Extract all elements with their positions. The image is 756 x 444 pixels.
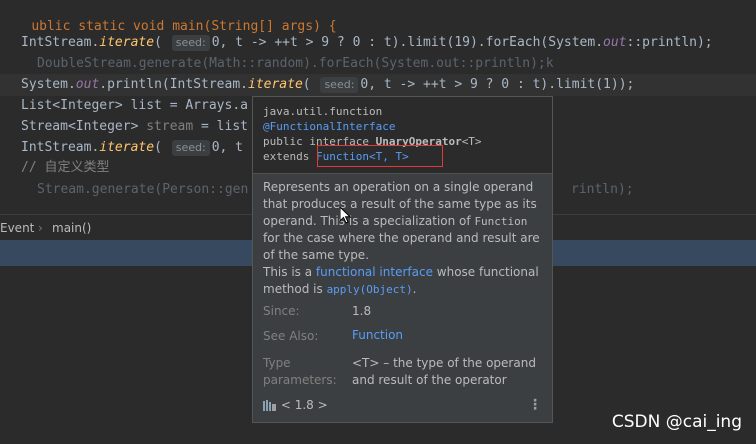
- since-label: Since:: [263, 304, 300, 318]
- apply-method-link[interactable]: apply(Object): [327, 283, 413, 296]
- type-params-value: <T> – the type of the operand and result…: [352, 355, 536, 389]
- code-line: Stream<Integer> stream = list: [0, 116, 248, 138]
- type-params-label: Type: [263, 356, 291, 370]
- code-text: IntStream.: [21, 35, 100, 50]
- code-text: Stream<Integer>: [21, 119, 147, 134]
- code-text: 0, t: [211, 140, 244, 155]
- code-text: 0, t -> ++t > 9 ? 0 : t).limit(1));: [360, 77, 635, 92]
- code-line-current: System.out.println(IntStream.iterate( se…: [0, 74, 756, 96]
- code-text: IntStream.: [21, 140, 100, 155]
- jdk-label: < 1.8 >: [280, 398, 328, 412]
- code-text: ::println);: [626, 35, 713, 50]
- functional-interface-link[interactable]: functional interface: [316, 265, 433, 279]
- extends-keyword: extends: [263, 150, 316, 163]
- package-name: java.util.function: [263, 105, 383, 118]
- annotation-link[interactable]: @FunctionalInterface: [263, 120, 395, 133]
- code-method: iterate: [99, 140, 155, 155]
- code-line: List<Integer> list = Arrays.a: [0, 95, 248, 117]
- code-line: IntStream.iterate( seed: 0, t -> ++t > 9 …: [21, 35, 713, 51]
- code-var: stream: [146, 119, 194, 134]
- see-also-label: See Also:: [263, 329, 319, 343]
- type-params-label: parameters:: [263, 373, 337, 387]
- code-text: System.: [21, 77, 76, 92]
- desc-code: Function: [474, 215, 528, 228]
- desc-text: .: [412, 282, 417, 296]
- documentation-popup[interactable]: java.util.function @FunctionalInterface …: [252, 96, 553, 423]
- code-text: 0, t -> ++t > 9 ? 0 : t).limit(19).forEa…: [211, 35, 604, 50]
- code-line: ublic static void main(String[] args) {: [0, 0, 336, 34]
- param-hint: seed:: [171, 35, 210, 51]
- jdk-version[interactable]: < 1.8 >: [263, 398, 328, 412]
- code-text: .println(IntStream.: [99, 77, 248, 92]
- library-icon: [263, 400, 277, 411]
- code-text: rintln);: [571, 182, 634, 197]
- code-text: Stream.generate(Person::gen: [37, 182, 249, 197]
- description: Represents an operation on a single oper…: [263, 179, 545, 298]
- code-field: out: [75, 77, 100, 92]
- code-line: Stream.generate(Person::gen rintln);: [0, 179, 634, 201]
- decl-suffix: <T>: [461, 135, 482, 148]
- type-param-desc: and result of the operator: [352, 373, 507, 387]
- watermark: CSDN @cai_ing: [611, 412, 742, 432]
- code-line: // 自定义类型: [0, 157, 109, 179]
- param-hint: seed:: [320, 77, 359, 93]
- see-also-link[interactable]: Function: [352, 328, 403, 342]
- code-text: List<Integer> list = Arrays.a: [21, 98, 248, 113]
- code-method: iterate: [248, 77, 303, 92]
- since-value: 1.8: [352, 304, 372, 318]
- breadcrumb-item[interactable]: main(): [52, 221, 91, 235]
- code-line: DoubleStream.generate(Math::random).forE…: [0, 53, 554, 75]
- code-method: iterate: [99, 35, 155, 50]
- breadcrumb-separator: ›: [38, 221, 43, 235]
- desc-text: This is a: [263, 265, 316, 279]
- code-line: IntStream.iterate( seed: 0, t: [21, 140, 244, 156]
- see-also-row: See Also: Function: [263, 328, 403, 343]
- red-highlight-box: [317, 145, 443, 167]
- code-text: DoubleStream.generate(Math::random).forE…: [37, 56, 554, 71]
- since-row: Since: 1.8: [263, 304, 371, 318]
- type-params-row: Type parameters:: [263, 355, 337, 389]
- type-param-desc: <T> – the type of the operand: [352, 356, 536, 370]
- code-comment: // 自定义类型: [21, 160, 110, 175]
- param-hint: seed:: [171, 140, 210, 156]
- code-field: out: [603, 35, 627, 50]
- more-options-icon[interactable]: ⋮: [528, 397, 542, 413]
- desc-text: for the case where the operand and resul…: [263, 231, 540, 262]
- popup-header: java.util.function @FunctionalInterface …: [253, 97, 552, 174]
- code-text: = list: [193, 119, 248, 134]
- breadcrumb-item[interactable]: Event: [0, 221, 34, 235]
